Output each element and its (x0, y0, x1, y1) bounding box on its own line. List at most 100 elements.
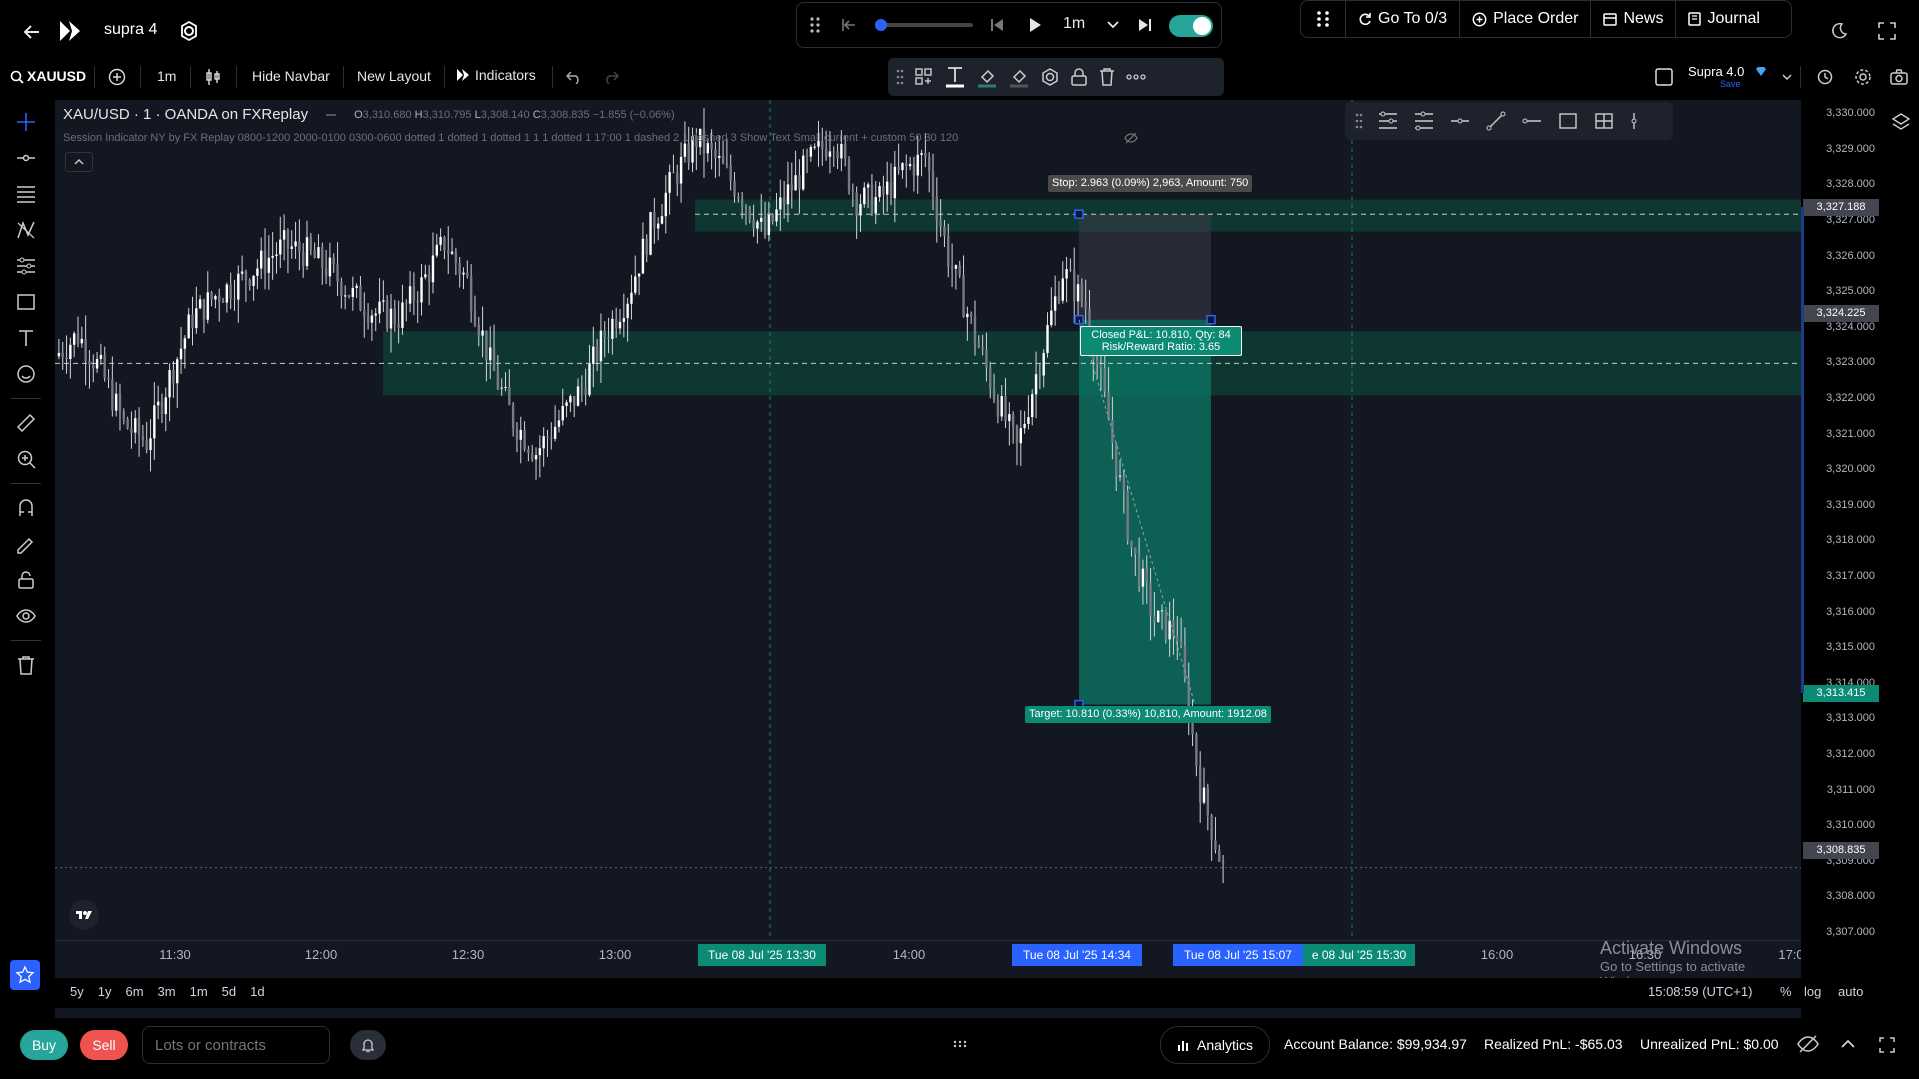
position-icon[interactable] (1593, 111, 1615, 131)
legend-title[interactable]: XAU/USD · 1 · OANDA on FXReplay (63, 106, 308, 123)
skip-end-icon[interactable] (1135, 15, 1155, 35)
chevron-down-icon[interactable] (1780, 70, 1794, 84)
emoji-icon[interactable] (8, 356, 44, 392)
drag-handle-icon[interactable] (896, 69, 904, 85)
range-5y[interactable]: 5y (70, 984, 84, 999)
range-1y[interactable]: 1y (98, 984, 112, 999)
price-scale[interactable]: 3,330.000 3,329.000 3,328.000 3,327.000 3,32… (1801, 98, 1881, 1028)
place-order-button[interactable]: Place Order (1459, 1, 1590, 37)
moon-icon[interactable] (1828, 20, 1850, 42)
range-1d[interactable]: 1d (250, 984, 264, 999)
hide-indicator-icon[interactable] (1123, 131, 1139, 145)
candles-icon[interactable] (202, 66, 224, 88)
workspace-name[interactable]: supra 4 (104, 21, 157, 39)
eye-icon[interactable] (8, 598, 44, 634)
ruler-icon[interactable] (8, 405, 44, 441)
range-3m[interactable]: 3m (158, 984, 176, 999)
fullscreen-icon[interactable] (1876, 1034, 1898, 1056)
log-toggle[interactable]: log (1804, 984, 1821, 999)
hide-navbar-button[interactable]: Hide Navbar (252, 68, 330, 84)
settings-icon[interactable] (1040, 67, 1060, 87)
fill-color-icon[interactable] (976, 65, 998, 89)
grid-menu-icon[interactable] (1301, 1, 1345, 37)
redo-icon[interactable] (600, 66, 622, 88)
range-5d[interactable]: 5d (222, 984, 236, 999)
text-icon[interactable] (8, 320, 44, 356)
tradingview-logo-icon[interactable] (69, 900, 99, 930)
indicators-button[interactable]: Indicators (456, 67, 536, 83)
add-symbol-icon[interactable] (106, 66, 128, 88)
settings-icon[interactable] (176, 18, 202, 44)
camera-icon[interactable] (1888, 66, 1910, 88)
chevron-up-icon[interactable] (1838, 1034, 1858, 1054)
fib-extension-icon[interactable] (1413, 111, 1435, 131)
more-icon[interactable] (1126, 74, 1146, 80)
percent-toggle[interactable]: % (1780, 984, 1792, 999)
trend-line-icon[interactable] (8, 140, 44, 176)
timeframe-selector[interactable]: 1m (157, 68, 176, 84)
horizontal-ray-icon[interactable] (1449, 111, 1471, 131)
vertical-line-icon[interactable] (1629, 111, 1639, 131)
drag-handle-icon[interactable] (805, 13, 825, 37)
magnet-icon[interactable] (8, 490, 44, 526)
trend-line-icon[interactable] (1485, 111, 1507, 131)
chart-pane[interactable]: XAU/USD · 1 · OANDA on FXReplay O3,310.6… (55, 100, 1804, 1042)
skip-start-icon[interactable] (839, 15, 859, 35)
playback-timeframe[interactable]: 1m (1063, 15, 1085, 33)
play-icon[interactable] (1025, 15, 1045, 35)
lock-icon[interactable] (8, 562, 44, 598)
price-chart[interactable] (55, 100, 1801, 938)
replay-logo-icon[interactable] (56, 16, 86, 46)
step-back-icon[interactable] (987, 15, 1007, 35)
text-color-icon[interactable] (944, 65, 966, 89)
slider-thumb[interactable] (875, 19, 887, 31)
rectangle-icon[interactable] (1557, 111, 1579, 131)
goto-button[interactable]: Go To 0/3 (1345, 1, 1459, 37)
lots-input[interactable] (142, 1026, 330, 1064)
search-icon[interactable] (8, 68, 26, 86)
auto-toggle[interactable]: auto (1838, 984, 1863, 999)
playback-speed-slider[interactable] (875, 19, 973, 31)
indicator-legend[interactable]: Session Indicator NY by FX Replay 0800-1… (63, 132, 1113, 144)
collapse-legend-icon[interactable] (65, 152, 93, 172)
journal-button[interactable]: Journal (1675, 1, 1771, 37)
fullscreen-icon[interactable] (1876, 20, 1898, 42)
pattern-icon[interactable] (8, 212, 44, 248)
layers-icon[interactable] (1889, 110, 1913, 134)
time-scale[interactable]: 11:30 12:00 12:30 13:00 14:00 16:00 16:3… (55, 940, 1804, 969)
fib-icon[interactable] (8, 176, 44, 212)
analytics-button[interactable]: Analytics (1160, 1026, 1270, 1064)
range-6m[interactable]: 6m (125, 984, 143, 999)
bell-icon[interactable] (350, 1030, 386, 1060)
chevron-down-icon[interactable] (1105, 17, 1121, 33)
prediction-icon[interactable] (8, 248, 44, 284)
clock[interactable]: 15:08:59 (UTC+1) (1648, 984, 1752, 999)
drag-handle-icon[interactable] (1355, 113, 1363, 129)
checkbox-icon[interactable] (1654, 67, 1674, 87)
template-icon[interactable] (914, 67, 934, 87)
news-button[interactable]: News (1590, 1, 1675, 37)
shape-icon[interactable] (8, 284, 44, 320)
new-layout-button[interactable]: New Layout (357, 68, 431, 84)
gear-icon[interactable] (1852, 66, 1874, 88)
fib-retracement-icon[interactable] (1377, 111, 1399, 131)
sell-button[interactable]: Sell (80, 1030, 128, 1060)
trash-icon[interactable] (8, 647, 44, 683)
range-1m[interactable]: 1m (190, 984, 208, 999)
back-arrow-icon[interactable] (18, 18, 46, 46)
symbol-selector[interactable]: XAUUSD (27, 68, 86, 84)
buy-button[interactable]: Buy (20, 1030, 68, 1060)
horizontal-line-icon[interactable] (1521, 111, 1543, 131)
hide-pnl-icon[interactable] (1796, 1032, 1820, 1056)
trash-icon[interactable] (1098, 67, 1116, 87)
autoplay-toggle[interactable] (1169, 15, 1213, 37)
alert-icon[interactable] (1814, 66, 1836, 88)
star-icon[interactable] (10, 960, 40, 990)
zoom-in-icon[interactable] (8, 441, 44, 477)
border-color-icon[interactable] (1008, 65, 1030, 89)
pencil-lock-icon[interactable] (8, 526, 44, 562)
crosshair-icon[interactable] (8, 104, 44, 140)
undo-icon[interactable] (563, 66, 585, 88)
layout-name[interactable]: Supra 4.0 (1688, 64, 1744, 79)
drag-handle-icon[interactable] (952, 1036, 968, 1052)
